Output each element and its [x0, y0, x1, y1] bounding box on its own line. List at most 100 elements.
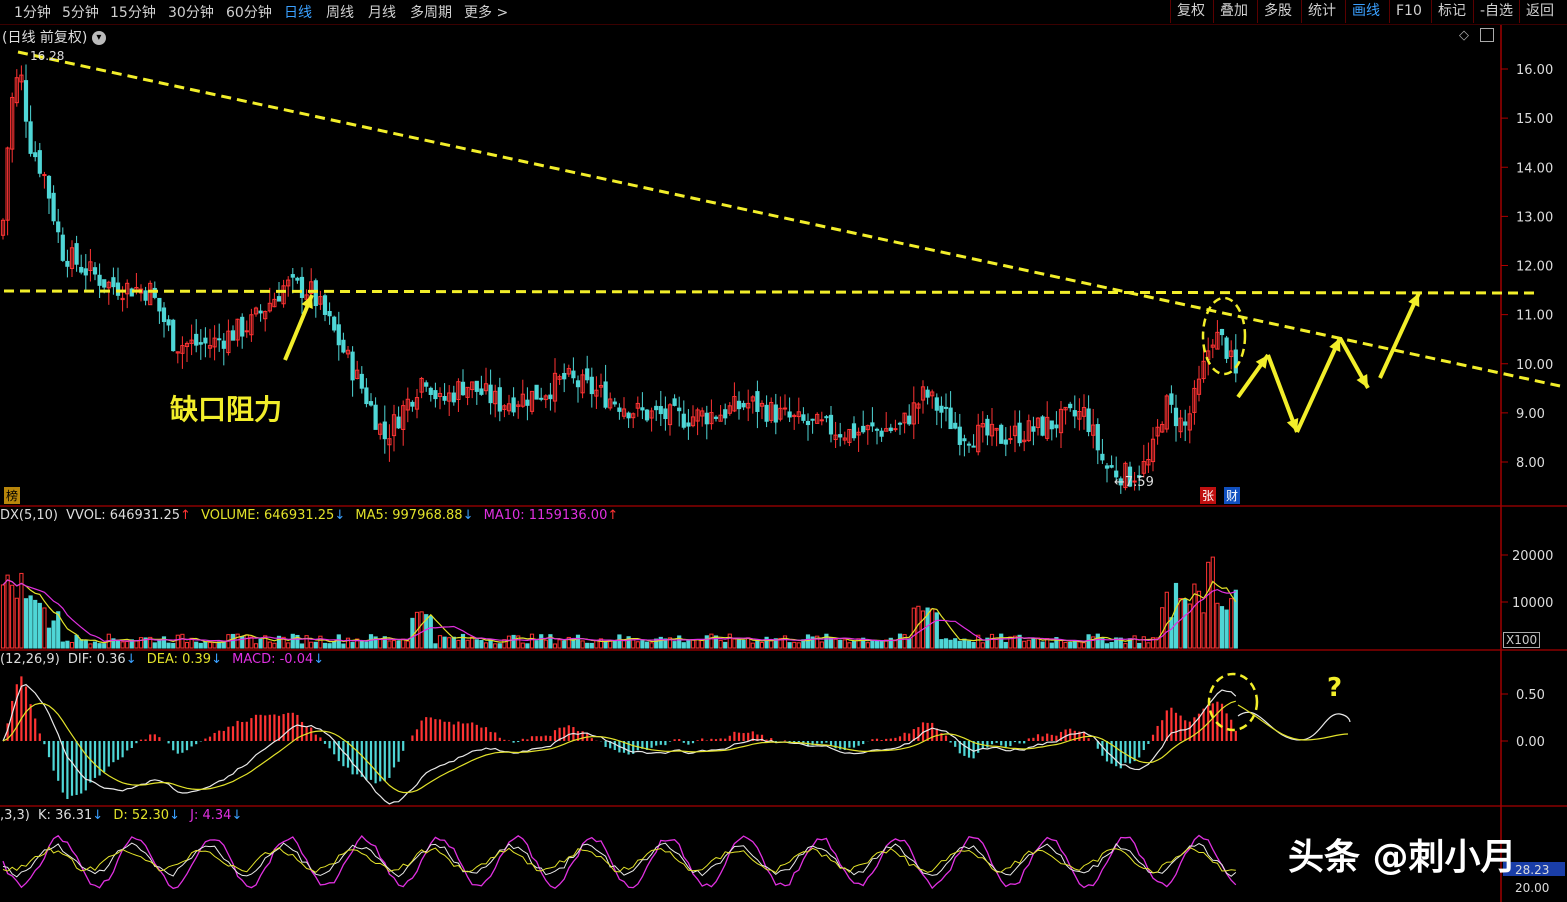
candle-body — [1049, 420, 1054, 430]
volume-bar — [470, 636, 475, 649]
candle-body — [571, 370, 576, 379]
macd-tick-label: 0.50 — [1516, 688, 1545, 703]
volume-bar — [902, 634, 907, 649]
volume-bar — [1132, 635, 1137, 649]
candle-body — [258, 310, 263, 314]
dif-value: DIF: 0.36 — [67, 652, 126, 667]
rank-badge[interactable]: 榜 — [4, 487, 21, 504]
volume-bar — [33, 599, 38, 649]
price-tick-label: 9.00 — [1516, 407, 1545, 422]
candle-body — [1086, 408, 1091, 433]
volume-bar — [1109, 641, 1114, 649]
volume-value: VOLUME: 646931.25 — [201, 508, 335, 523]
candle-body — [350, 351, 355, 381]
volume-bar — [0, 584, 6, 649]
candle-body — [97, 274, 102, 286]
volume-bar — [1141, 636, 1146, 649]
candle-body — [424, 382, 429, 387]
volume-tick-label: 10000 — [1512, 596, 1553, 611]
volume-bar — [865, 642, 870, 649]
volume-bar — [364, 641, 369, 649]
candle-body — [157, 297, 162, 312]
volume-bar — [879, 640, 884, 649]
candle-body — [244, 330, 249, 333]
volume-bar — [930, 608, 935, 649]
volume-bar — [907, 638, 912, 649]
j-line — [2, 834, 1237, 890]
ma10-value: MA10: 1159136.00 — [483, 508, 608, 523]
volume-bar — [1104, 643, 1110, 649]
candle-body — [999, 424, 1004, 444]
volume-bar — [258, 638, 263, 649]
candle-body — [971, 445, 976, 448]
ma5-value: MA5: 997968.88 — [355, 508, 463, 523]
volume-bar — [543, 639, 548, 649]
candle-body — [585, 368, 590, 381]
volume-bar — [1003, 641, 1008, 649]
candle-body — [805, 420, 811, 426]
volume-bar — [272, 642, 277, 649]
volume-bar — [166, 642, 171, 649]
volume-bar — [46, 627, 52, 649]
volume-bar — [608, 640, 613, 649]
candle-body — [92, 267, 98, 275]
volume-bar — [497, 643, 502, 649]
price-tick-label: 15.00 — [1516, 112, 1553, 127]
limit-up-badge[interactable]: 张 — [1200, 487, 1217, 504]
candle-body — [161, 307, 167, 323]
candle-body — [755, 391, 760, 412]
volume-bar — [79, 639, 84, 649]
candle-body — [410, 401, 415, 407]
path-arrow-3 — [1295, 337, 1342, 433]
candle-body — [79, 266, 84, 273]
price-tick-label: 14.00 — [1516, 161, 1553, 176]
volume-bar — [966, 640, 972, 649]
volume-bar — [520, 642, 525, 649]
volume-bar — [948, 639, 953, 649]
volume-bar — [552, 643, 558, 649]
volume-bars — [0, 556, 1238, 649]
candle-body — [824, 416, 829, 419]
diamond-icon[interactable]: ◇ — [1459, 28, 1469, 43]
chevron-down-icon[interactable]: ▾ — [91, 31, 106, 45]
low-price-value: 7.59 — [1124, 475, 1154, 490]
volume-bar — [700, 639, 705, 649]
finance-badge[interactable]: 财 — [1224, 487, 1241, 504]
volume-bar — [175, 634, 180, 649]
volume-bar — [456, 639, 461, 649]
volume-bar — [1049, 642, 1054, 649]
volume-bar — [943, 638, 949, 649]
volume-bar — [686, 639, 691, 649]
volume-bar — [433, 643, 438, 649]
volume-bar — [989, 633, 995, 649]
volume-bar — [1183, 598, 1188, 649]
stock-chart[interactable]: 16.00 15.00 14.00 13.00 12.00 11.00 10.00 9.00 8… — [0, 0, 1567, 902]
volume-bar — [198, 642, 203, 649]
d-value: D: 52.30 — [113, 808, 170, 823]
volume-bar — [1095, 633, 1100, 649]
macd-tick-label: 0.00 — [1516, 735, 1545, 750]
volume-bar — [460, 633, 466, 649]
down-arrow-icon: ↓ — [92, 808, 104, 823]
candle-body — [1003, 439, 1008, 445]
volume-bar — [387, 640, 392, 649]
volume-bar — [939, 639, 944, 649]
volume-bar — [322, 642, 328, 649]
candle-body — [672, 398, 677, 406]
kdj-tick-label: 28.23 — [1515, 863, 1549, 877]
candle-body — [525, 399, 530, 406]
volume-bar — [874, 640, 880, 649]
panel-toggle-icon[interactable] — [1480, 28, 1494, 42]
candle-body — [488, 384, 493, 404]
volume-bar — [999, 633, 1004, 649]
volume-bar — [1201, 612, 1206, 649]
candle-body — [1100, 453, 1105, 461]
candle-body — [548, 394, 553, 400]
trendline-descending — [17, 50, 1561, 388]
chart-title[interactable]: (日线 前复权) ▾ — [2, 27, 106, 47]
volume-bar — [838, 639, 843, 649]
volume-bar — [502, 639, 507, 649]
volume-bar — [299, 643, 305, 649]
volume-bar — [359, 640, 364, 649]
volume-bar — [635, 641, 640, 649]
